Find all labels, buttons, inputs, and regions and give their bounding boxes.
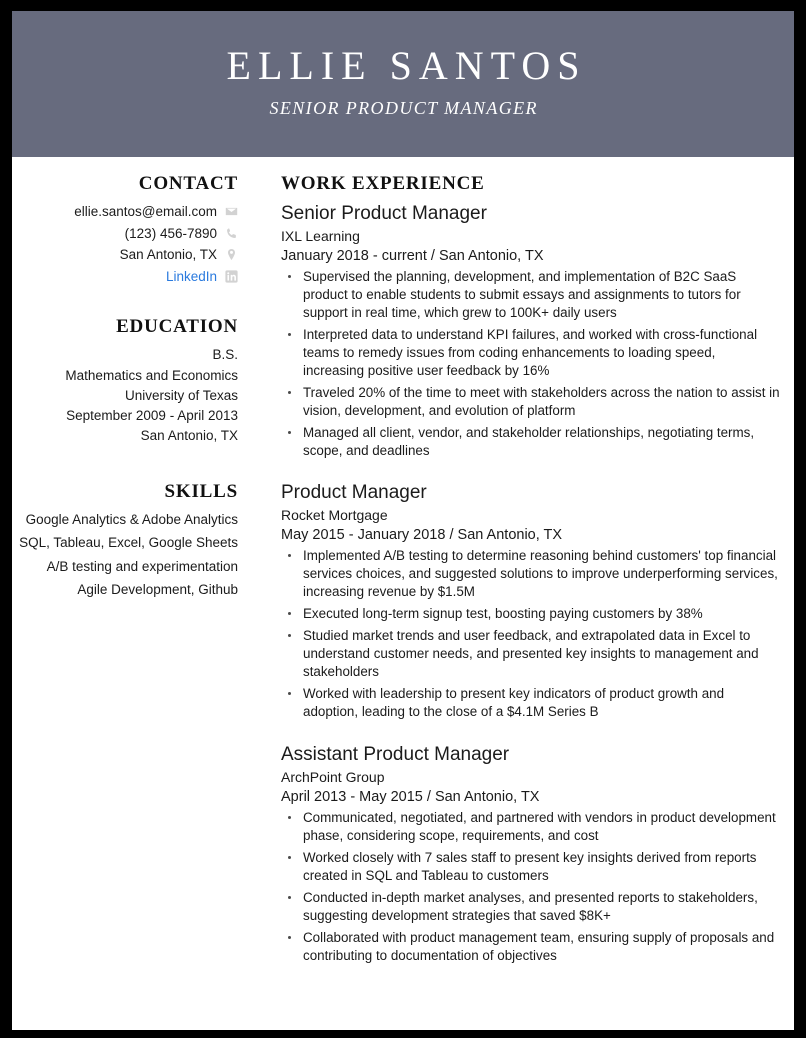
- job-bullet: Supervised the planning, development, an…: [281, 268, 780, 322]
- phone-icon: [225, 227, 238, 240]
- job-title: Senior Product Manager: [281, 203, 487, 224]
- job-bullet: Studied market trends and user feedback,…: [281, 627, 780, 681]
- spacer-skills: [12, 447, 238, 481]
- candidate-job-title: SENIOR PRODUCT MANAGER: [269, 97, 538, 118]
- job-company: IXL Learning: [281, 227, 360, 244]
- contact-email-text: ellie.santos@email.com: [74, 204, 217, 219]
- job-bullet: Executed long-term signup test, boosting…: [281, 605, 780, 623]
- contact-phone-text: (123) 456-7890: [124, 225, 217, 241]
- skills-section: SKILLS Google Analytics & Adobe Analytic…: [12, 481, 238, 600]
- job-dates-location: May 2015 - January 2018 / San Antonio, T…: [281, 527, 563, 544]
- skill-item: Google Analytics & Adobe Analytics: [25, 511, 238, 527]
- job-bullet: Worked closely with 7 sales staff to pre…: [281, 849, 780, 885]
- job-entry: Product Manager Rocket Mortgage May 2015…: [281, 481, 780, 721]
- education-line: Mathematics and Economics: [65, 367, 238, 383]
- education-line: San Antonio, TX: [140, 428, 238, 444]
- linkedin-icon[interactable]: [225, 270, 238, 283]
- experience-column: WORK EXPERIENCE Senior Product Manager I…: [244, 173, 794, 987]
- resume-header: ELLIE SANTOS SENIOR PRODUCT MANAGER: [12, 11, 794, 157]
- envelope-icon: [225, 205, 238, 218]
- job-title: Product Manager: [281, 482, 427, 504]
- contact-item-linkedin[interactable]: LinkedIn: [12, 267, 238, 287]
- job-bullet: Collaborated with product management tea…: [281, 929, 780, 965]
- job-bullet: Conducted in-depth market analyses, and …: [281, 889, 780, 925]
- education-line: University of Texas: [124, 387, 238, 403]
- resume-body: CONTACT ellie.santos@email.com (123) 456…: [12, 157, 794, 987]
- job-bullet-list: Communicated, negotiated, and partnered …: [281, 809, 780, 965]
- job-bullet: Communicated, negotiated, and partnered …: [281, 809, 780, 845]
- contact-heading: CONTACT: [138, 173, 238, 194]
- contact-list: ellie.santos@email.com (123) 456-7890 Sa…: [12, 202, 238, 286]
- job-dates-location: April 2013 - May 2015 / San Antonio, TX: [281, 788, 540, 805]
- job-dates-location: January 2018 - current / San Antonio, TX: [281, 247, 544, 264]
- contact-item-email: ellie.santos@email.com: [12, 202, 238, 222]
- resume-page: ELLIE SANTOS SENIOR PRODUCT MANAGER CONT…: [0, 0, 806, 1038]
- skills-heading: SKILLS: [164, 480, 238, 502]
- contact-item-location: San Antonio, TX: [12, 245, 238, 265]
- experience-heading: WORK EXPERIENCE: [281, 173, 485, 194]
- spacer-education: [12, 288, 238, 316]
- education-heading: EDUCATION: [116, 316, 238, 338]
- job-bullet: Implemented A/B testing to determine rea…: [281, 547, 780, 601]
- resume-sheet: ELLIE SANTOS SENIOR PRODUCT MANAGER CONT…: [12, 11, 794, 1030]
- education-line: September 2009 - April 2013: [66, 408, 238, 423]
- job-bullet: Worked with leadership to present key in…: [281, 685, 780, 721]
- job-company: Rocket Mortgage: [281, 507, 388, 524]
- contact-linkedin-link[interactable]: LinkedIn: [166, 267, 217, 287]
- map-pin-icon: [225, 248, 238, 261]
- job-bullet: Traveled 20% of the time to meet with st…: [281, 384, 780, 420]
- education-line: B.S.: [212, 347, 238, 363]
- job-company: ArchPoint Group: [281, 768, 385, 785]
- candidate-name: ELLIE SANTOS: [226, 42, 587, 88]
- job-entry: Senior Product Manager IXL Learning Janu…: [281, 202, 780, 459]
- skill-item: SQL, Tableau, Excel, Google Sheets: [19, 535, 238, 551]
- contact-location-text: San Antonio, TX: [119, 247, 217, 263]
- job-entry: Assistant Product Manager ArchPoint Grou…: [281, 743, 780, 965]
- job-bullet-list: Implemented A/B testing to determine rea…: [281, 547, 780, 721]
- job-bullet: Managed all client, vendor, and stakehol…: [281, 424, 780, 460]
- education-section: EDUCATION B.S. Mathematics and Economics…: [12, 316, 238, 446]
- job-bullet-list: Supervised the planning, development, an…: [281, 268, 780, 460]
- skill-item: A/B testing and experimentation: [46, 558, 238, 574]
- contact-item-phone: (123) 456-7890: [12, 224, 238, 244]
- sidebar-column: CONTACT ellie.santos@email.com (123) 456…: [12, 173, 244, 604]
- skill-item: Agile Development, Github: [77, 582, 238, 598]
- contact-section: CONTACT ellie.santos@email.com (123) 456…: [12, 173, 238, 286]
- job-bullet: Interpreted data to understand KPI failu…: [281, 326, 780, 380]
- job-title: Assistant Product Manager: [281, 743, 510, 765]
